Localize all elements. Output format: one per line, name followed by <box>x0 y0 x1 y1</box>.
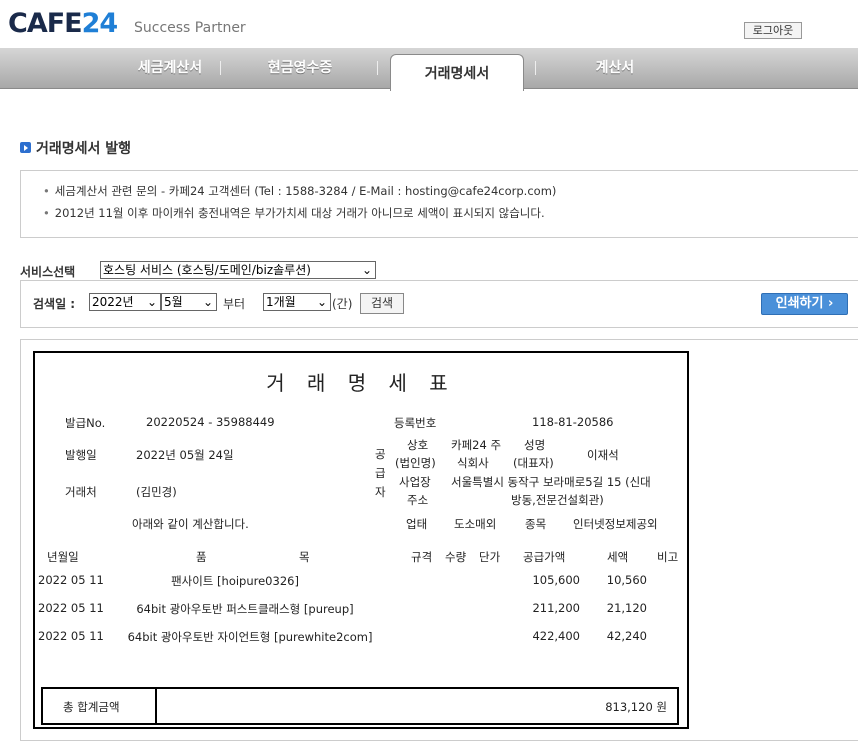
col-tax: 세액 <box>607 550 629 564</box>
biz-item: 인터넷정보제공외 <box>573 517 658 531</box>
rep-name: 이재석 <box>587 448 619 462</box>
reg-no-label: 등록번호 <box>394 416 437 430</box>
biz-type-label: 업태 <box>406 517 428 531</box>
row-tax: 21,120 <box>606 601 647 615</box>
chevron-down-icon: ⌄ <box>316 295 327 309</box>
row-tax: 42,240 <box>606 629 647 643</box>
rep-label: 성명 <box>524 438 546 452</box>
address-sublabel: 주소 <box>407 493 429 507</box>
month-select[interactable]: 5월 ⌄ <box>161 293 217 311</box>
print-button[interactable]: 인쇄하기 › <box>761 293 848 315</box>
issue-no-label: 발급No. <box>65 416 106 430</box>
col-note: 비고 <box>657 550 679 564</box>
tab-divider <box>377 61 378 75</box>
issue-date-label: 발행일 <box>65 448 97 462</box>
tab-transaction-statement[interactable]: 거래명세서 <box>390 54 524 91</box>
period-unit-label: (간) <box>332 297 353 311</box>
col-qty: 수량 <box>445 550 467 564</box>
col-unit-price: 단가 <box>479 550 501 564</box>
logo-number: 24 <box>81 8 119 39</box>
period-select[interactable]: 1개월 ⌄ <box>263 293 331 311</box>
invoice-title: 거 래 명 세 표 <box>266 371 456 395</box>
row-item: 64bit 광아우토반 자이언트형 [purewhite2com] <box>127 630 373 644</box>
supplier-label-3: 자 <box>375 485 386 499</box>
address-line-1: 서울특별시 동작구 보라매로5길 15 (신대 <box>451 475 651 489</box>
col-supply: 공급가액 <box>523 550 566 564</box>
issue-no: 20220524 - 35988449 <box>146 415 275 429</box>
statement-text: 아래와 같이 계산합니다. <box>132 517 249 531</box>
tab-divider <box>535 61 536 75</box>
address-line-2: 방동,전문건설회관) <box>511 493 604 507</box>
chevron-down-icon: ⌄ <box>361 263 372 277</box>
service-select[interactable]: 호스팅 서비스 (호스팅/도메인/biz솔루션) ⌄ <box>100 261 376 279</box>
search-panel: 검색일 : 2022년 ⌄ 5월 ⌄ 부터 1개월 ⌄ (간) 검색 인쇄하기 › <box>20 280 858 328</box>
tab-bill[interactable]: 계산서 <box>545 56 685 80</box>
from-label: 부터 <box>223 297 246 311</box>
chevron-down-icon: ⌄ <box>146 295 157 309</box>
trade-name: 카페24 주 <box>451 438 502 452</box>
address-label: 사업장 <box>399 475 431 489</box>
col-spec: 규격 <box>411 550 433 564</box>
row-item: 팬사이트 [hoipure0326] <box>171 574 299 588</box>
notice-box: 세금계산서 관련 문의 - 카페24 고객센터 (Tel : 1588-3284… <box>20 170 858 238</box>
section-title: 거래명세서 발행 <box>36 141 132 157</box>
biz-item-label: 종목 <box>525 517 547 531</box>
client-name: (김민경) <box>136 485 177 499</box>
issue-date: 2022년 05월 24일 <box>136 448 234 462</box>
logo-text: CAFE <box>8 8 83 39</box>
search-date-label: 검색일 : <box>33 297 76 311</box>
trade-name-sublabel: (법인명) <box>395 456 436 470</box>
service-select-value: 호스팅 서비스 (호스팅/도메인/biz솔루션) <box>103 263 311 277</box>
row-supply: 105,600 <box>532 573 580 587</box>
supplier-label-1: 공 <box>375 447 386 461</box>
chevron-down-icon: ⌄ <box>202 295 213 309</box>
section-bullet-icon <box>20 142 31 153</box>
tab-tax-invoice[interactable]: 세금계산서 <box>100 56 240 80</box>
period-select-value: 1개월 <box>266 295 296 309</box>
row-item: 64bit 광아우토반 퍼스트클래스형 [pureup] <box>136 602 354 616</box>
transaction-statement: 거 래 명 세 표 발급No. 20220524 - 35988449 발행일 … <box>33 351 689 729</box>
year-select[interactable]: 2022년 ⌄ <box>89 293 161 311</box>
notice-line: 2012년 11월 이후 마이캐쉬 충전내역은 부가가치세 대상 거래가 아니므… <box>43 205 545 221</box>
cafe24-logo: CAFE24 <box>8 8 119 40</box>
rep-sublabel: (대표자) <box>513 456 554 470</box>
tab-divider <box>220 61 221 75</box>
logout-button[interactable]: 로그아웃 <box>744 22 802 39</box>
trade-name-cont: 식회사 <box>457 456 489 470</box>
month-select-value: 5월 <box>164 295 183 309</box>
col-item-2: 목 <box>299 550 310 564</box>
col-date: 년월일 <box>47 550 79 564</box>
total-divider <box>155 689 157 723</box>
row-supply: 422,400 <box>532 629 580 643</box>
service-label: 서비스선택 <box>20 265 76 279</box>
biz-type: 도소매외 <box>454 517 497 531</box>
partner-label: Success Partner <box>134 20 246 36</box>
notice-line: 세금계산서 관련 문의 - 카페24 고객센터 (Tel : 1588-3284… <box>43 183 557 199</box>
trade-name-label: 상호 <box>407 438 429 452</box>
reg-no: 118-81-20586 <box>532 415 614 429</box>
supplier-label-2: 급 <box>375 466 386 480</box>
col-item: 품 <box>196 550 207 564</box>
row-tax: 10,560 <box>606 573 647 587</box>
client-label: 거래처 <box>65 485 97 499</box>
row-supply: 211,200 <box>532 601 580 615</box>
total-label: 총 합계금액 <box>63 700 120 714</box>
search-button[interactable]: 검색 <box>360 293 404 314</box>
tab-cash-receipt[interactable]: 현금영수증 <box>230 56 370 80</box>
year-select-value: 2022년 <box>92 295 134 309</box>
total-amount: 813,120 원 <box>605 700 667 714</box>
total-row: 총 합계금액 813,120 원 <box>41 687 679 725</box>
